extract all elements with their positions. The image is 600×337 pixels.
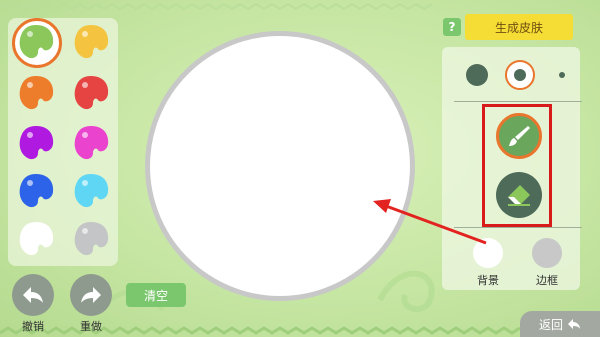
color-swatch-orange[interactable] [16, 73, 56, 113]
brush-size-large[interactable] [466, 64, 488, 86]
redo-label: 重做 [80, 320, 102, 333]
generate-skin-button[interactable]: 生成皮肤 [465, 14, 573, 40]
undo-arrow-icon [23, 287, 43, 303]
redo-button[interactable] [70, 274, 112, 316]
brush-size-medium[interactable] [505, 60, 535, 90]
redo-arrow-icon [81, 287, 101, 303]
color-swatch-yellow[interactable] [71, 22, 111, 62]
divider [454, 227, 582, 228]
color-swatch-green[interactable] [12, 18, 62, 68]
border-label: 边框 [536, 274, 558, 287]
color-swatch-purple[interactable] [16, 123, 56, 163]
background-color-button[interactable] [473, 238, 503, 268]
background-label: 背景 [477, 274, 499, 287]
annotation-highlight-box [482, 104, 552, 227]
brush-size-small[interactable] [559, 72, 565, 78]
color-swatch-red[interactable] [71, 73, 111, 113]
divider [454, 101, 582, 102]
color-swatch-blue[interactable] [16, 171, 56, 211]
color-swatch-pink[interactable] [71, 123, 111, 163]
color-swatch-white[interactable] [16, 219, 56, 259]
back-button[interactable]: 返回 [520, 311, 600, 337]
back-label: 返回 [538, 317, 563, 332]
clear-button[interactable]: 清空 [126, 283, 186, 307]
color-swatch-gray[interactable] [71, 219, 111, 259]
swatch-shape [19, 25, 54, 59]
drawing-canvas[interactable] [145, 31, 415, 301]
border-color-button[interactable] [532, 238, 562, 268]
brush-size-medium-dot [514, 69, 526, 81]
color-swatch-cyan[interactable] [71, 171, 111, 211]
undo-label: 撤销 [22, 320, 44, 333]
back-arrow-icon [568, 319, 580, 329]
help-button[interactable]: ? [443, 18, 461, 36]
undo-button[interactable] [12, 274, 54, 316]
